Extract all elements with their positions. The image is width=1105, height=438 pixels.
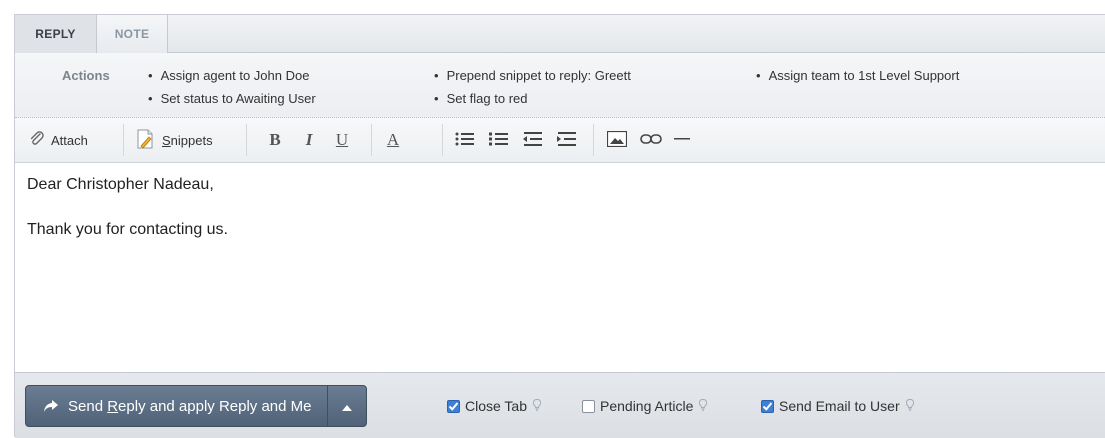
send-email-to-user-checkbox[interactable]: Send Email to User [761, 398, 914, 414]
checkbox-unchecked-icon [582, 399, 595, 413]
attach-button[interactable]: Attach [29, 118, 88, 162]
outdent-button[interactable] [523, 118, 543, 162]
send-reply-button-group: Send Reply and apply Reply and Me [25, 385, 367, 427]
outdent-icon [523, 131, 543, 149]
tab-note[interactable]: NOTE [97, 15, 168, 53]
pending-article-label: Pending Article [600, 398, 694, 414]
send-email-to-user-label: Send Email to User [779, 398, 900, 414]
tab-reply[interactable]: REPLY [15, 15, 97, 53]
action-item: Set status to Awaiting User [148, 91, 316, 106]
help-bulb-icon [699, 398, 708, 414]
numbered-list-button[interactable] [489, 118, 509, 162]
action-item: Assign team to 1st Level Support [756, 68, 960, 83]
numbered-list-icon [489, 132, 509, 149]
action-item: Set flag to red [434, 91, 528, 106]
pending-article-checkbox[interactable]: Pending Article [582, 398, 708, 414]
horizontal-rule-icon [674, 132, 690, 149]
action-item: Prepend snippet to reply: Greett [434, 68, 631, 83]
indent-button[interactable] [557, 118, 577, 162]
caret-up-icon [342, 398, 352, 415]
attach-label: Attach [51, 132, 88, 148]
body-line: Dear Christopher Nadeau, [27, 176, 214, 193]
send-bar: Send Reply and apply Reply and Me Close … [15, 373, 1105, 438]
reply-arrow-icon [43, 399, 59, 413]
bold-button[interactable]: B [264, 118, 286, 162]
send-options-dropdown[interactable] [327, 386, 366, 426]
message-body-editor[interactable]: Dear Christopher Nadeau, Thank you for c… [15, 163, 1105, 373]
checkbox-checked-icon [761, 399, 774, 413]
help-bulb-icon [532, 398, 542, 414]
italic-button[interactable]: I [298, 118, 320, 162]
font-color-button[interactable]: A [382, 118, 404, 162]
tab-bar: REPLY NOTE [15, 15, 1105, 53]
snippets-button[interactable]: Snippets [135, 118, 213, 162]
insert-image-button[interactable] [606, 118, 628, 162]
checkbox-checked-icon [447, 399, 460, 413]
insert-link-button[interactable] [640, 118, 662, 162]
body-line: Thank you for contacting us. [27, 221, 228, 238]
paperclip-icon [29, 130, 45, 150]
image-icon [606, 130, 628, 150]
close-tab-checkbox[interactable]: Close Tab [447, 398, 542, 414]
send-reply-label: Send Reply and apply Reply and Me [68, 397, 312, 415]
bulleted-list-icon [455, 132, 475, 149]
bulleted-list-button[interactable] [455, 118, 475, 162]
reply-editor-panel: REPLY NOTE Actions Assign agent to John … [14, 14, 1105, 438]
actions-panel: Actions Assign agent to John Doe Set sta… [15, 53, 1105, 118]
editor-toolbar: Attach Snippets B I U A [15, 118, 1105, 163]
link-icon [640, 132, 662, 149]
help-bulb-icon [905, 398, 914, 414]
snippets-label: Snippets [162, 132, 213, 148]
actions-label: Actions [62, 68, 110, 83]
close-tab-label: Close Tab [465, 398, 528, 414]
action-item: Assign agent to John Doe [148, 68, 310, 83]
horizontal-rule-button[interactable] [674, 118, 690, 162]
snippet-document-icon [135, 128, 155, 153]
send-reply-button[interactable]: Send Reply and apply Reply and Me [26, 386, 328, 426]
indent-icon [557, 131, 577, 149]
underline-button[interactable]: U [331, 118, 353, 162]
